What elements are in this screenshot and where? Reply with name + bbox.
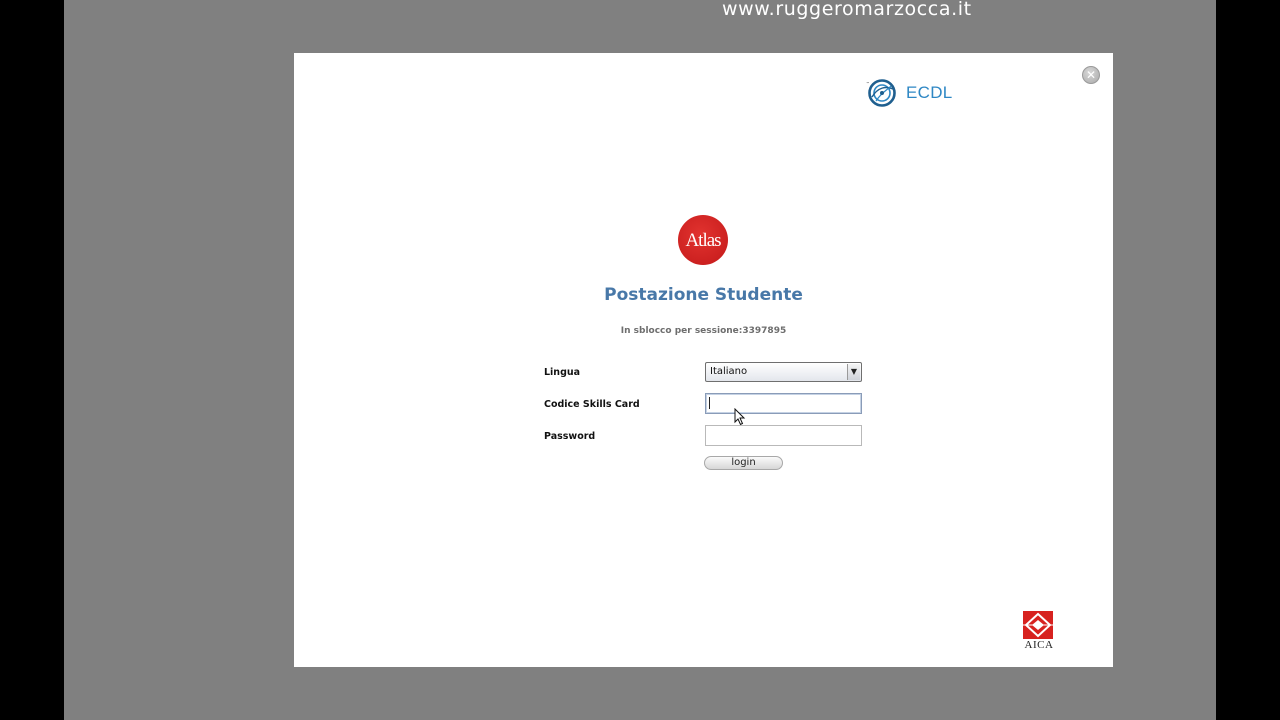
password-label: Password xyxy=(544,431,596,442)
watermark-text: www.ruggeromarzocca.it xyxy=(722,0,972,20)
atlas-logo-text: Atlas xyxy=(685,230,721,251)
ecdl-logo: ™ ECDL xyxy=(866,77,966,109)
skills-card-input[interactable] xyxy=(705,393,862,414)
ecdl-globe-icon xyxy=(868,79,896,107)
desktop-backdrop: www.ruggeromarzocca.it ✕ ™ ECDL Atlas Po… xyxy=(64,0,1216,720)
language-select-value: Italiano xyxy=(710,366,748,377)
aica-logo: AICA xyxy=(1021,611,1057,653)
skills-card-label: Codice Skills Card xyxy=(544,399,640,410)
session-status: In sblocco per sessione:3397895 xyxy=(620,326,787,336)
atlas-logo: Atlas xyxy=(678,215,730,267)
aica-logo-mark xyxy=(1023,611,1053,639)
text-caret xyxy=(709,397,710,409)
login-button[interactable]: login xyxy=(704,456,783,470)
language-label: Lingua xyxy=(544,367,581,378)
ecdl-logo-text: ECDL xyxy=(906,83,953,102)
close-button[interactable]: ✕ xyxy=(1082,66,1100,84)
language-select[interactable]: Italiano ▼ xyxy=(705,362,862,382)
page-title: Postazione Studente xyxy=(604,285,803,305)
mouse-pointer-icon xyxy=(734,408,746,426)
login-dialog: ✕ ™ ECDL Atlas Postazione Studente In sb… xyxy=(294,53,1113,667)
ecdl-trademark: ™ xyxy=(866,81,870,86)
chevron-down-icon[interactable]: ▼ xyxy=(847,364,860,380)
close-icon: ✕ xyxy=(1085,68,1097,82)
password-input[interactable] xyxy=(705,425,862,446)
aica-logo-text: AICA xyxy=(1024,639,1054,651)
